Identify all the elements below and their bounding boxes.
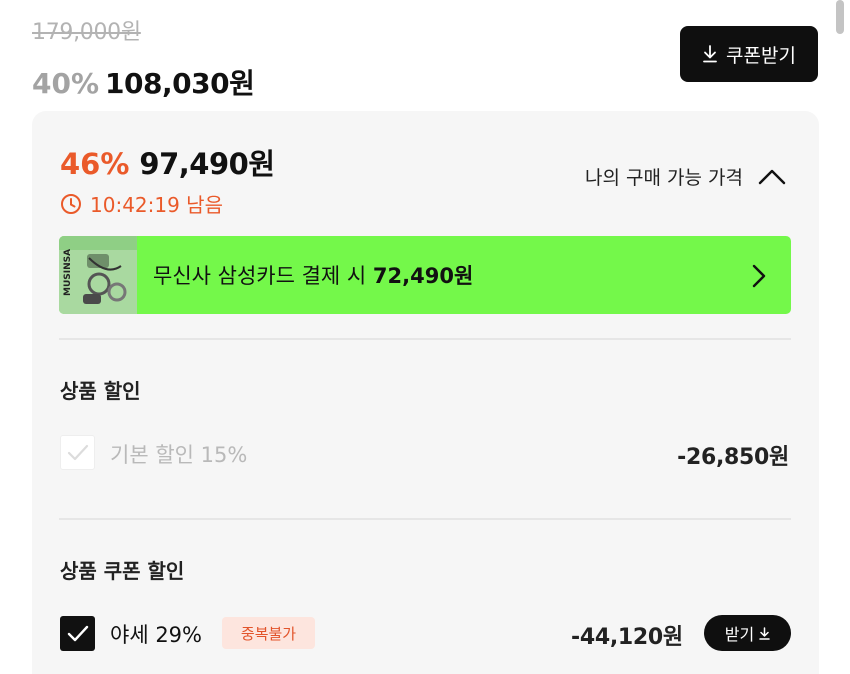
no-duplicate-badge: 중복불가	[222, 617, 315, 649]
divider	[59, 518, 791, 520]
basic-discount-checkbox[interactable]	[60, 435, 95, 470]
coupon-checkbox[interactable]	[60, 616, 95, 651]
chevron-right-icon	[751, 263, 767, 289]
receive-coupon-button[interactable]: 받기	[704, 615, 791, 651]
countdown-timer: 10:42:19 남음	[60, 189, 223, 218]
chevron-up-icon	[757, 168, 787, 186]
download-icon	[759, 626, 770, 640]
coupon-label: 야세 29%	[110, 623, 202, 647]
card-banner-amount: 72,490원	[372, 264, 474, 288]
my-price-panel: 46% 97,490원 10:42:19 남음 나의 구매 가능 가격 MUSI…	[32, 111, 819, 674]
basic-discount-label: 기본 할인 15%	[110, 443, 248, 467]
discount-rate: 40%	[32, 67, 100, 100]
product-coupon-title: 상품 쿠폰 할인	[60, 559, 185, 583]
best-price: 97,490원	[139, 147, 275, 181]
my-price-toggle[interactable]: 나의 구매 가능 가격	[585, 163, 787, 190]
scrollbar[interactable]	[836, 0, 844, 34]
clock-icon	[60, 193, 82, 215]
sale-price-row: 40% 108,030원	[32, 62, 255, 102]
download-icon	[702, 45, 718, 63]
coupon-download-label: 쿠폰받기	[726, 44, 796, 67]
original-price: 179,000원	[32, 20, 141, 45]
card-thumbnail: MUSINSA	[59, 236, 137, 314]
receive-coupon-label: 받기	[724, 625, 755, 644]
card-banner-prefix: 무신사 삼성카드 결제 시	[153, 264, 367, 288]
basic-discount-amount: -26,850원	[677, 445, 789, 470]
product-discount-title: 상품 할인	[60, 379, 141, 403]
price-header: 179,000원 40% 108,030원	[32, 14, 255, 102]
sale-price: 108,030원	[105, 67, 255, 100]
checkmark-icon	[67, 625, 88, 641]
svg-text:MUSINSA: MUSINSA	[63, 249, 73, 296]
coupon-amount: -44,120원	[571, 625, 683, 650]
best-discount-rate: 46%	[60, 147, 130, 181]
my-price-toggle-label: 나의 구매 가능 가격	[585, 167, 743, 189]
best-price-row: 46% 97,490원	[60, 141, 275, 183]
checkmark-icon	[67, 444, 88, 460]
divider	[59, 338, 791, 340]
card-banner-text: 무신사 삼성카드 결제 시 72,490원	[153, 260, 473, 290]
coupon-download-button[interactable]: 쿠폰받기	[680, 26, 818, 82]
timer-text: 10:42:19 남음	[90, 193, 223, 217]
samsung-card-banner[interactable]: MUSINSA 무신사 삼성카드 결제 시 72,490원	[59, 236, 791, 314]
